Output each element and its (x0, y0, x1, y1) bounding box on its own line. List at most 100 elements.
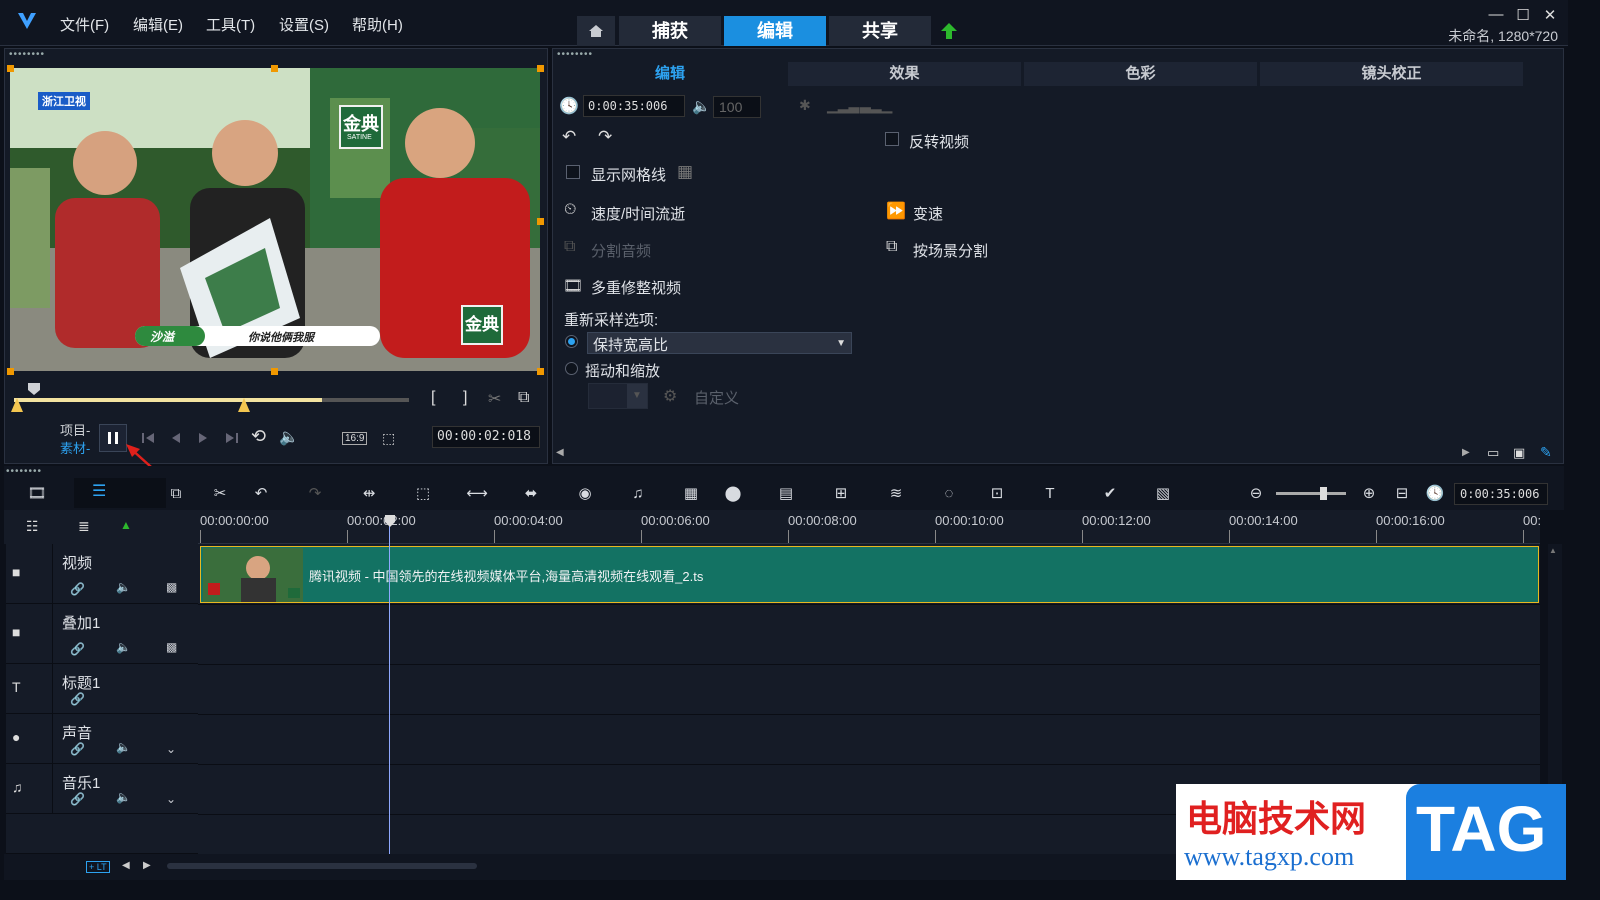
scissors-icon[interactable]: ✂ (488, 389, 501, 409)
keep-aspect-radio[interactable] (565, 335, 578, 348)
mark-in-icon[interactable]: [ (431, 389, 435, 407)
split-audio-button[interactable]: 分割音频 (591, 240, 651, 261)
check-icon[interactable]: ✔ (1097, 482, 1123, 506)
custom-button[interactable]: 自定义 (694, 387, 739, 408)
menu-edit[interactable]: 编辑(E) (133, 14, 183, 35)
track-header[interactable]: T 标题1 🔗 (6, 664, 198, 714)
rotate-right-icon[interactable]: ↷ (598, 127, 612, 147)
crop-handle[interactable] (537, 65, 544, 72)
maximize-icon[interactable]: ☐ (1512, 6, 1534, 24)
scroll-left-icon[interactable]: ◀ (122, 860, 130, 871)
mute-icon[interactable]: ✱ (799, 97, 811, 114)
track-header[interactable]: ♫ 音乐1 🔗 🔈 ⌄ (6, 764, 198, 814)
3d-title-icon[interactable]: T (1037, 482, 1063, 506)
link-icon[interactable]: 🔗 (70, 742, 85, 756)
duration-field[interactable]: 0:00:35:006 (583, 95, 685, 117)
repeat-icon[interactable]: ⟲ (251, 426, 266, 447)
reverse-video-checkbox[interactable] (885, 132, 899, 146)
scroll-right-icon[interactable]: ▶ (1462, 447, 1470, 458)
speed-time-lapse-button[interactable]: 速度/时间流逝 (591, 203, 685, 224)
zoom-out-icon[interactable]: ⊖ (1243, 482, 1269, 506)
scroll-mode-button[interactable]: + LT (86, 861, 110, 873)
crop-handle[interactable] (537, 218, 544, 225)
menu-help[interactable]: 帮助(H) (352, 14, 403, 35)
mark-out-icon[interactable]: ] (463, 389, 467, 407)
tab-share[interactable]: 共享 (829, 16, 931, 46)
playhead[interactable] (389, 520, 390, 854)
home-button[interactable] (577, 16, 615, 46)
fit-timeline-icon[interactable]: ⊟ (1389, 482, 1415, 506)
volume-field[interactable]: 100 (713, 96, 761, 118)
timeline-view-button[interactable]: ☰ (74, 478, 166, 508)
minimize-icon[interactable]: — (1485, 6, 1507, 23)
multi-camera-icon[interactable]: ▦ (678, 482, 704, 506)
reverse-video-label[interactable]: 反转视频 (909, 131, 969, 152)
subtitle-icon[interactable]: ▤ (773, 482, 799, 506)
trim-icon[interactable]: ⬌ (518, 482, 544, 506)
upload-icon[interactable] (940, 22, 958, 40)
crop-handle[interactable] (271, 65, 278, 72)
add-track-icon[interactable]: ▲ (120, 518, 132, 532)
timeline-duration[interactable]: 0:00:35:006 (1454, 483, 1548, 505)
fade-out-icon[interactable]: ▃▂▁ (860, 97, 892, 114)
zoom-slider-thumb[interactable] (1320, 487, 1328, 500)
track-manager-icon[interactable]: ⧉ (163, 482, 189, 506)
scroll-right-icon[interactable]: ▶ (143, 860, 151, 871)
fade-in-icon[interactable]: ▁▂▃ (827, 97, 859, 114)
pan-zoom-radio[interactable] (565, 362, 578, 375)
preview-timecode[interactable]: 00:00:02:018 (432, 426, 540, 448)
track-header[interactable]: ■ 视频 🔗 🔈 ▩ (6, 544, 198, 604)
track-header[interactable]: ■ 叠加1 🔗 🔈 ▩ (6, 604, 198, 664)
video-clip[interactable]: 腾讯视频 - 中国领先的在线视频媒体平台,海量高清视频在线观看_2.ts (200, 546, 1539, 603)
aspect-ratio-button[interactable]: 16:9 (342, 432, 368, 445)
expand-icon[interactable]: ⌄ (166, 742, 176, 756)
resample-dropdown[interactable]: 保持宽高比 ▼ (587, 332, 852, 354)
crop-handle[interactable] (7, 65, 14, 72)
tab-edit-options[interactable]: 编辑 (555, 62, 785, 86)
multi-trim-button[interactable]: 多重修整视频 (591, 277, 681, 298)
options-scrollbar[interactable] (1551, 62, 1561, 442)
scrub-track[interactable] (14, 398, 409, 402)
link-icon[interactable]: 🔗 (70, 582, 85, 596)
ripple-icon[interactable]: ▩ (166, 640, 177, 654)
layout-icon-2[interactable]: ▣ (1513, 445, 1525, 461)
go-to-end-icon[interactable] (224, 430, 240, 446)
menu-file[interactable]: 文件(F) (60, 14, 109, 35)
storyboard-view-icon[interactable]: 🎞 (24, 482, 50, 506)
scroll-left-icon[interactable]: ◀ (556, 447, 564, 458)
menu-tools[interactable]: 工具(T) (206, 14, 255, 35)
mask-icon[interactable]: ⊡ (984, 482, 1010, 506)
fit-to-window-icon[interactable]: ⇹ (356, 482, 382, 506)
mark-out-handle-icon[interactable] (238, 398, 250, 412)
record-screen-icon[interactable]: ⬚ (410, 482, 436, 506)
zoom-in-icon[interactable]: ⊕ (1356, 482, 1382, 506)
rotate-left-icon[interactable]: ↶ (562, 127, 576, 147)
tab-color[interactable]: 色彩 (1024, 62, 1257, 86)
audio-mixer-icon[interactable]: ♫ (625, 482, 651, 506)
tab-edit[interactable]: 编辑 (724, 16, 826, 46)
link-icon[interactable]: 🔗 (70, 642, 85, 656)
expand-icon[interactable]: ⌄ (166, 792, 176, 806)
enlarge-preview-icon[interactable]: ⧉ (518, 389, 529, 407)
loop-icon[interactable]: ◌ (936, 482, 962, 506)
split-by-scene-button[interactable]: 按场景分割 (913, 240, 988, 261)
split-clip-icon[interactable]: ⟷ (464, 482, 490, 506)
track-header[interactable]: ● 声音 🔗 🔈 ⌄ (6, 714, 198, 764)
crop-handle[interactable] (271, 368, 278, 375)
track-volume-icon[interactable]: 🔈 (116, 640, 131, 654)
tab-capture[interactable]: 捕获 (619, 16, 721, 46)
variable-speed-button[interactable]: 变速 (913, 203, 943, 224)
video-preview[interactable]: 浙江卫视 金典 SATINE 金典 沙溢 你说他俩我服 (10, 68, 540, 371)
show-grid-label[interactable]: 显示网格线 (591, 164, 666, 185)
track-volume-icon[interactable]: 🔈 (116, 740, 131, 754)
tools-icon[interactable]: ✂ (207, 482, 233, 506)
show-grid-checkbox[interactable] (566, 165, 580, 179)
scroll-up-icon[interactable]: ▲ (1549, 546, 1557, 555)
pan-zoom-label[interactable]: 摇动和缩放 (585, 360, 660, 381)
redo-icon[interactable]: ↷ (302, 482, 328, 506)
crop-mode-icon[interactable]: ⬚ (382, 430, 395, 447)
ripple-icon[interactable]: ▩ (166, 580, 177, 594)
tab-effects[interactable]: 效果 (788, 62, 1021, 86)
track-list-icon[interactable]: ☷ (26, 518, 39, 535)
split-screen-icon[interactable]: ⊞ (828, 482, 854, 506)
